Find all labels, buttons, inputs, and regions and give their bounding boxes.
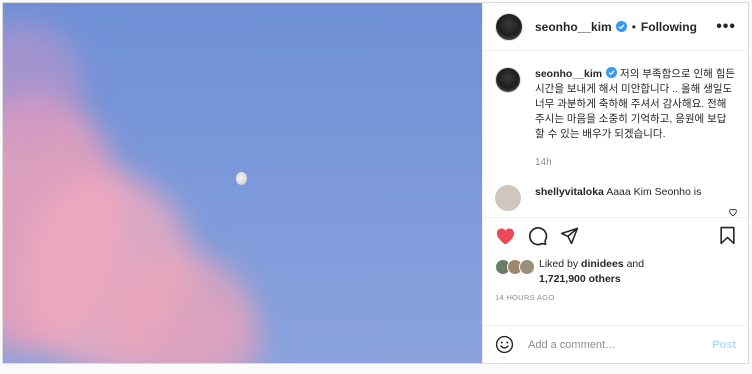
likes-row: Liked by dinidees and 1,721,900 others — [483, 257, 748, 287]
following-button[interactable]: Following — [641, 20, 697, 34]
caption: seonho__kim 저의 부족함으로 인해 힘든 시간을 보내게 해서 미안… — [495, 67, 736, 170]
post-photo[interactable] — [3, 3, 482, 363]
heart-filled-icon[interactable] — [495, 226, 516, 245]
post-header: seonho__kim • Following ••• — [483, 3, 748, 51]
separator-dot: • — [631, 19, 636, 34]
comment-icon[interactable] — [528, 226, 548, 246]
caption-avatar[interactable] — [495, 67, 521, 93]
comment-text: Aaaa Kim Seonho is — [606, 186, 702, 198]
avatar[interactable] — [495, 12, 523, 41]
post-timestamp[interactable]: 14 HOURS AGO — [483, 293, 748, 302]
post-button[interactable]: Post — [712, 339, 736, 351]
action-bar — [483, 217, 748, 253]
commenter-avatar[interactable] — [495, 185, 521, 211]
post-sidebar: seonho__kim • Following ••• seonho__kim … — [482, 3, 748, 363]
liked-and-label: and — [626, 258, 645, 270]
add-comment-bar: Add a comment… Post — [483, 325, 748, 363]
caption-username[interactable]: seonho__kim — [535, 68, 602, 80]
comment-item: shellyvitaloka Aaaa Kim Seonho is — [495, 185, 736, 211]
comments-section: seonho__kim 저의 부족함으로 인해 힘든 시간을 보내게 해서 미안… — [483, 51, 748, 217]
emoji-icon[interactable] — [495, 335, 514, 354]
liked-by-user[interactable]: dinidees — [581, 258, 624, 270]
likes-count[interactable]: 1,721,900 others — [539, 273, 621, 285]
liker-avatars[interactable] — [495, 259, 541, 275]
heart-outline-icon[interactable] — [728, 207, 738, 217]
add-comment-input[interactable]: Add a comment… — [528, 339, 616, 351]
caption-age[interactable]: 14h — [535, 155, 736, 170]
bookmark-icon[interactable] — [719, 226, 736, 245]
commenter-username[interactable]: shellyvitaloka — [535, 186, 604, 198]
liked-by-label: Liked by — [539, 258, 579, 270]
post-card: seonho__kim • Following ••• seonho__kim … — [2, 2, 749, 364]
header-username[interactable]: seonho__kim — [535, 20, 612, 34]
share-icon[interactable] — [560, 226, 579, 245]
moon — [236, 172, 247, 185]
more-options-icon[interactable]: ••• — [716, 18, 736, 34]
verified-badge-icon — [615, 21, 627, 32]
verified-badge-icon — [606, 67, 618, 78]
